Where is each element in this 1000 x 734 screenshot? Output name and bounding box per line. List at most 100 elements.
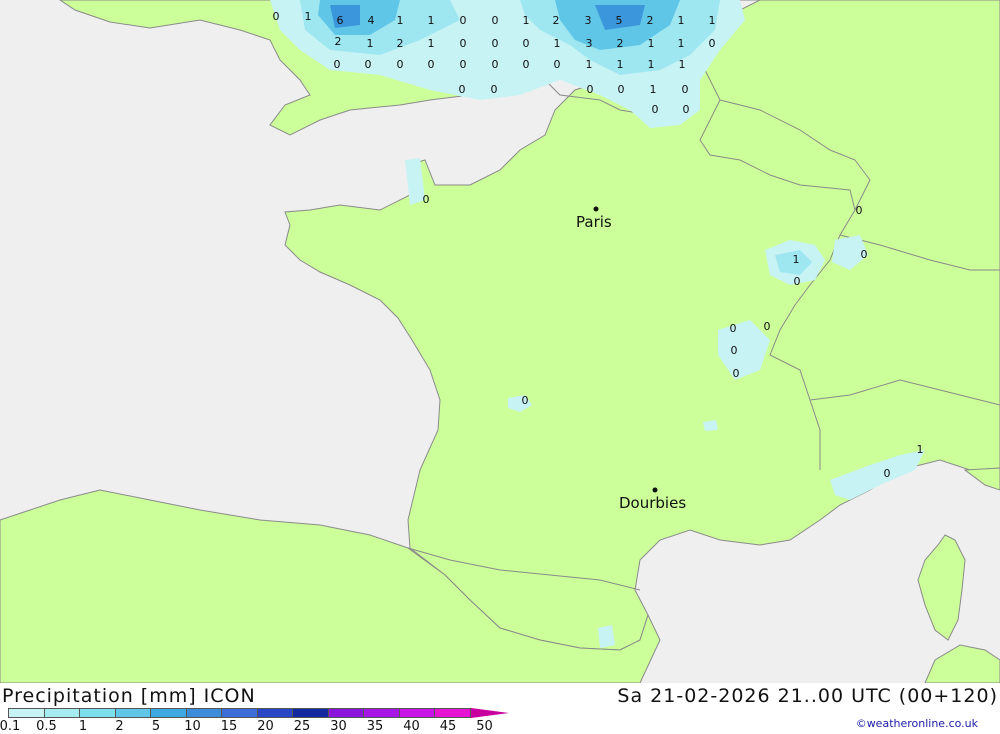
city-marker bbox=[593, 206, 599, 212]
precip-value-label: 2 bbox=[647, 14, 654, 27]
precip-value-label: 0 bbox=[730, 322, 737, 335]
precip-value-label: 0 bbox=[460, 14, 467, 27]
legend-tick: 15 bbox=[220, 719, 238, 734]
precip-value-label: 1 bbox=[678, 37, 685, 50]
legend-tick: 5 bbox=[151, 719, 161, 734]
city-marker bbox=[652, 487, 658, 493]
legend-swatch bbox=[434, 708, 471, 718]
precip-value-label: 0 bbox=[423, 193, 430, 206]
precip-value-label: 0 bbox=[459, 83, 466, 96]
precip-value-label: 1 bbox=[917, 443, 924, 456]
precipitation-color-scale bbox=[8, 708, 509, 718]
precip-value-label: 1 bbox=[648, 58, 655, 71]
precip-value-label: 2 bbox=[553, 14, 560, 27]
legend-tick: 20 bbox=[257, 719, 274, 734]
precip-value-label: 4 bbox=[368, 14, 375, 27]
legend-swatch bbox=[256, 708, 293, 718]
precip-zone-catalonia bbox=[598, 625, 615, 648]
precip-value-label: 1 bbox=[586, 58, 593, 71]
city-label: Paris bbox=[576, 213, 612, 231]
precip-value-label: 0 bbox=[523, 37, 530, 50]
legend-swatch bbox=[221, 708, 258, 718]
precip-value-label: 0 bbox=[428, 58, 435, 71]
legend-swatch bbox=[43, 708, 80, 718]
forecast-datetime: Sa 21-02-2026 21..00 UTC (00+120) bbox=[617, 685, 998, 707]
precip-value-label: 0 bbox=[587, 83, 594, 96]
precip-value-label: 0 bbox=[709, 37, 716, 50]
legend-tick: 50 bbox=[476, 719, 493, 734]
precip-zone-max-west bbox=[330, 5, 360, 28]
legend-tick: 0.1 bbox=[0, 719, 21, 734]
legend-tick: 40 bbox=[403, 719, 420, 734]
precip-value-label: 0 bbox=[522, 394, 529, 407]
precip-value-label: 1 bbox=[650, 83, 657, 96]
precip-value-label: 0 bbox=[273, 10, 280, 23]
precip-value-label: 0 bbox=[523, 58, 530, 71]
legend-tick: 25 bbox=[293, 719, 311, 734]
precip-value-label: 2 bbox=[335, 35, 342, 48]
legend-swatch bbox=[292, 708, 329, 718]
legend-tick: 35 bbox=[366, 719, 384, 734]
legend-tick-labels: 0.1 0.5 1 2 5 10 15 20 25 30 35 40 45 50 bbox=[0, 719, 520, 734]
precipitation-map[interactable]: 0 1 6 4 1 1 0 0 1 2 3 5 2 1 1 2 1 2 1 0 0 0 1 3 2 1 1 0 0 0 0 0 0 0 0 0 1 1 1 1… bbox=[0, 0, 1000, 683]
precip-value-label: 1 bbox=[648, 37, 655, 50]
precip-value-label: 0 bbox=[682, 83, 689, 96]
precip-value-label: 0 bbox=[460, 58, 467, 71]
legend-swatch bbox=[8, 708, 45, 718]
precip-value-label: 0 bbox=[334, 58, 341, 71]
precip-value-label: 1 bbox=[617, 58, 624, 71]
legend-swatch bbox=[114, 708, 151, 718]
precip-value-label: 0 bbox=[794, 275, 801, 288]
precip-value-label: 0 bbox=[884, 467, 891, 480]
precip-value-label: 0 bbox=[460, 37, 467, 50]
precip-value-label: 1 bbox=[709, 14, 716, 27]
precip-value-label: 0 bbox=[554, 58, 561, 71]
precip-value-label: 3 bbox=[585, 14, 592, 27]
precip-value-label: 1 bbox=[428, 37, 435, 50]
precip-value-label: 1 bbox=[678, 14, 685, 27]
legend-tick: 45 bbox=[439, 719, 457, 734]
precip-value-label: 1 bbox=[679, 58, 686, 71]
precip-value-label: 2 bbox=[397, 37, 404, 50]
precip-value-label: 2 bbox=[617, 37, 624, 50]
precip-value-label: 0 bbox=[731, 344, 738, 357]
legend-swatch bbox=[79, 708, 116, 718]
precip-value-label: 6 bbox=[337, 14, 344, 27]
precip-value-label: 1 bbox=[554, 37, 561, 50]
precip-value-label: 0 bbox=[733, 367, 740, 380]
precip-value-label: 0 bbox=[492, 58, 499, 71]
precip-value-label: 0 bbox=[861, 248, 868, 261]
legend-tick: 10 bbox=[184, 719, 201, 734]
precip-value-label: 1 bbox=[428, 14, 435, 27]
city-label: Dourbies bbox=[619, 494, 686, 512]
precip-value-label: 1 bbox=[367, 37, 374, 50]
precip-value-label: 1 bbox=[305, 10, 312, 23]
precip-value-label: 0 bbox=[764, 320, 771, 333]
map-title: Precipitation [mm] ICON bbox=[2, 685, 256, 707]
legend-tick: 30 bbox=[330, 719, 347, 734]
map-footer: Precipitation [mm] ICON Sa 21-02-2026 21… bbox=[0, 683, 1000, 734]
legend-swatch bbox=[363, 708, 400, 718]
precip-value-label: 0 bbox=[492, 14, 499, 27]
precip-value-label: 3 bbox=[586, 37, 593, 50]
precip-value-label: 0 bbox=[683, 103, 690, 116]
precip-value-label: 1 bbox=[793, 253, 800, 266]
legend-tick: 0.5 bbox=[36, 719, 57, 734]
precip-value-label: 0 bbox=[365, 58, 372, 71]
credit-link[interactable]: ©weatheronline.co.uk bbox=[856, 717, 978, 730]
legend-tick: 2 bbox=[115, 719, 124, 734]
legend-swatch bbox=[327, 708, 364, 718]
precip-value-label: 5 bbox=[616, 14, 623, 27]
precip-value-label: 1 bbox=[523, 14, 530, 27]
legend-swatch bbox=[398, 708, 435, 718]
legend-swatch bbox=[150, 708, 187, 718]
precip-value-label: 0 bbox=[491, 83, 498, 96]
legend-swatch bbox=[185, 708, 222, 718]
precip-value-label: 1 bbox=[397, 14, 404, 27]
legend-tick: 1 bbox=[78, 719, 88, 734]
precip-value-label: 0 bbox=[856, 204, 863, 217]
precip-value-label: 0 bbox=[492, 37, 499, 50]
precip-value-label: 0 bbox=[618, 83, 625, 96]
legend-arrow bbox=[470, 708, 509, 718]
precip-value-label: 0 bbox=[652, 103, 659, 116]
